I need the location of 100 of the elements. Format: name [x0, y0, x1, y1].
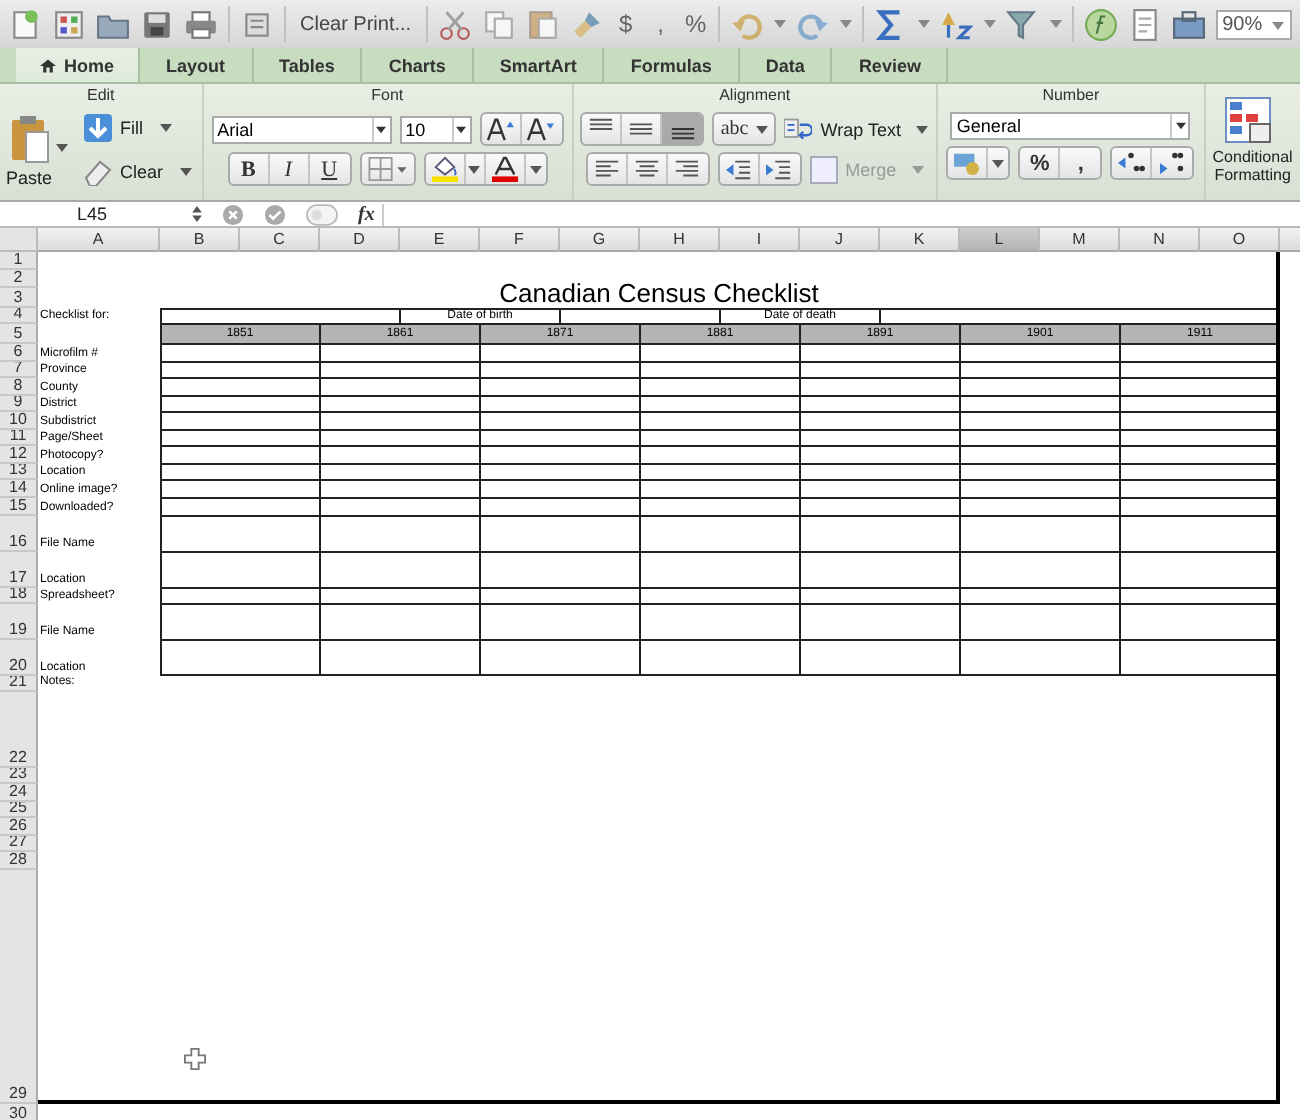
clipboard-icon[interactable] [9, 112, 49, 168]
save-icon[interactable] [140, 7, 174, 41]
print-icon[interactable] [184, 7, 218, 41]
grow-font-icon[interactable] [485, 116, 516, 142]
font-color-icon[interactable] [489, 156, 520, 182]
clear-button[interactable]: Clear [84, 156, 192, 188]
sort-icon[interactable] [940, 7, 975, 41]
row-header[interactable]: 29 [0, 870, 38, 1104]
row-header[interactable]: 28 [0, 852, 38, 870]
column-header[interactable]: H [640, 228, 720, 252]
caret-icon[interactable] [456, 125, 467, 133]
plus-cursor-icon [184, 1048, 206, 1070]
caret-icon[interactable] [992, 159, 1005, 167]
insert-function-button[interactable]: fx [358, 203, 375, 225]
ribbon-tab[interactable]: Home [16, 48, 141, 82]
paste-button[interactable]: Paste [6, 112, 53, 188]
template-gallery-icon[interactable] [52, 7, 86, 41]
column-header[interactable]: E [400, 228, 480, 252]
column-header[interactable]: A [38, 228, 160, 252]
row-header[interactable]: 2 [0, 270, 38, 288]
cut-icon[interactable] [437, 7, 472, 41]
column-header[interactable]: I [720, 228, 800, 252]
column-header[interactable]: N [1120, 228, 1200, 252]
down-arrow-icon[interactable] [84, 114, 113, 142]
clear-print-button[interactable]: Clear Print... [296, 13, 416, 35]
font-name-field[interactable]: Arial [211, 115, 392, 143]
row-header[interactable]: 10 [0, 412, 38, 430]
row-header[interactable]: 6 [0, 344, 38, 362]
caret-icon[interactable] [468, 165, 481, 173]
number-style-button[interactable]: , [1060, 148, 1101, 178]
column-header[interactable]: C [240, 228, 320, 252]
row-header[interactable]: 20 [0, 640, 38, 676]
column-header[interactable]: B [160, 228, 240, 252]
name-box[interactable]: L45 [0, 204, 184, 224]
group-title: Number [1042, 86, 1100, 106]
paint-bucket-icon[interactable] [429, 156, 460, 182]
text-style-button[interactable]: I [269, 154, 310, 184]
eraser-icon[interactable] [84, 158, 113, 186]
decrease-indent-icon[interactable] [723, 156, 754, 182]
toggle-icon[interactable] [306, 203, 338, 225]
stepper-icon[interactable] [192, 206, 202, 222]
number-format-button[interactable]: , [648, 10, 674, 38]
sheet-title: Canadian Census Checklist [497, 276, 821, 308]
caret-icon[interactable] [159, 124, 172, 132]
caret-icon[interactable] [1175, 122, 1186, 130]
font-size-field[interactable]: 10 [399, 115, 472, 143]
caret-icon[interactable] [56, 144, 69, 152]
row-header[interactable]: 26 [0, 818, 38, 836]
row-header[interactable]: 24 [0, 784, 38, 802]
text-style-button[interactable]: U [309, 154, 350, 184]
caret-icon[interactable] [756, 125, 769, 133]
fill-button[interactable]: Fill [84, 112, 192, 144]
text-style-button[interactable]: B [229, 154, 270, 184]
column-header[interactable]: F [480, 228, 560, 252]
column-header[interactable]: J [800, 228, 880, 252]
document-icon[interactable] [1128, 7, 1163, 41]
number-format-button[interactable]: $ [613, 10, 639, 38]
wrap-text-button[interactable]: Wrap Text [784, 113, 929, 145]
group-title: Edit [86, 86, 115, 106]
caret-icon[interactable] [179, 168, 192, 176]
caret-icon[interactable] [529, 165, 542, 173]
caret-icon[interactable] [916, 125, 929, 133]
orientation-button[interactable]: abc [714, 114, 775, 144]
row-header[interactable]: 1 [0, 252, 38, 270]
row-header[interactable]: 19 [0, 604, 38, 640]
page-icon[interactable] [240, 7, 274, 41]
function-icon[interactable] [1084, 7, 1119, 41]
column-header[interactable]: M [1040, 228, 1120, 252]
toolbox-icon[interactable] [1172, 7, 1207, 41]
filter-icon[interactable] [1006, 7, 1041, 41]
number-style-button[interactable]: % [1020, 148, 1061, 178]
row-header[interactable]: 15 [0, 498, 38, 516]
row-header[interactable]: 3 [0, 288, 38, 308]
fill-color-menu-button[interactable] [465, 154, 486, 184]
row-header[interactable]: 12 [0, 446, 38, 464]
zoom-field[interactable]: 90% [1216, 9, 1292, 39]
row-header[interactable]: 8 [0, 378, 38, 396]
grow-font-button[interactable] [481, 114, 522, 144]
conditional-formatting-button[interactable]: Conditional Formatting [1205, 84, 1300, 200]
row-header[interactable]: 5 [0, 324, 38, 344]
row-header[interactable]: 30 [0, 1104, 38, 1120]
increase-decimal-icon[interactable] [1116, 150, 1147, 176]
number-format-field[interactable]: General [950, 112, 1191, 140]
check-icon[interactable] [264, 203, 286, 225]
row-header[interactable]: 14 [0, 480, 38, 498]
new-document-icon[interactable] [8, 7, 42, 41]
column-header[interactable]: O [1200, 228, 1280, 252]
wrap-text-icon[interactable] [784, 115, 813, 143]
column-header[interactable]: G [560, 228, 640, 252]
align-left-icon[interactable] [591, 156, 622, 182]
row-header[interactable]: 16 [0, 516, 38, 552]
align-center-icon[interactable] [631, 156, 662, 182]
caret-icon[interactable] [376, 125, 387, 133]
number-format-button[interactable]: % [683, 10, 709, 38]
column-header[interactable]: L [960, 228, 1040, 252]
row-header[interactable]: 17 [0, 552, 38, 588]
row-header[interactable]: 22 [0, 692, 38, 768]
column-header[interactable]: D [320, 228, 400, 252]
house-icon[interactable] [40, 57, 56, 73]
column-header[interactable]: K [880, 228, 960, 252]
